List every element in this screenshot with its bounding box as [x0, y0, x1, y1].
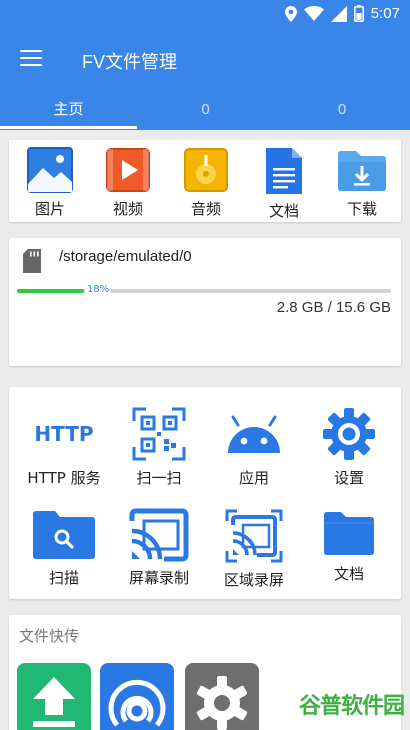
category-label: 文档: [268, 202, 299, 220]
video-icon: [106, 148, 150, 192]
cast-icon: [129, 508, 189, 562]
area-record-icon: [225, 509, 283, 563]
tab-home[interactable]: 主页: [0, 90, 137, 130]
tools-card: HTTP HTTP 服务 扫一扫 应用 设置 扫描 屏幕录制 区域录屏 文档: [9, 387, 401, 599]
category-label: 图片: [34, 200, 65, 218]
upload-icon[interactable]: [17, 663, 91, 730]
hamburger-menu-icon[interactable]: [20, 50, 44, 70]
broadcast-icon[interactable]: [100, 663, 174, 730]
wifi-icon: [303, 6, 324, 21]
status-time: 5:07: [370, 5, 400, 22]
tool-scan-qr[interactable]: 扫一扫: [112, 405, 206, 488]
category-downloads[interactable]: 下载: [327, 146, 397, 219]
tool-screen-record[interactable]: 屏幕录制: [112, 507, 206, 588]
tool-label: 屏幕录制: [128, 569, 189, 587]
tool-label: 文档: [333, 565, 364, 583]
tab-bar: 主页 0 0: [0, 90, 410, 130]
status-bar: 5:07: [0, 0, 410, 30]
gear-icon: [323, 408, 375, 460]
status-icons: 5:07: [284, 5, 400, 22]
tool-area-record[interactable]: 区域录屏: [207, 507, 301, 590]
transfer-settings-icon[interactable]: [185, 663, 259, 730]
battery-icon: [353, 5, 364, 22]
tool-settings[interactable]: 设置: [302, 405, 396, 488]
category-label: 音频: [190, 200, 221, 218]
category-documents[interactable]: 文档: [249, 146, 319, 221]
categories-card: 图片 视频 音频 文档 下载: [9, 140, 401, 222]
http-icon: HTTP: [34, 422, 93, 446]
sd-card-icon: [23, 249, 41, 273]
scan-folder-icon: [33, 511, 95, 559]
category-videos[interactable]: 视频: [93, 146, 163, 219]
tab-path-1[interactable]: 0: [137, 90, 274, 130]
storage-percent: 18%: [85, 284, 112, 295]
category-label: 下载: [346, 200, 377, 218]
storage-card[interactable]: /storage/emulated/0 18% 2.8 GB / 15.6 GB: [9, 238, 401, 366]
tool-label: 区域录屏: [223, 571, 284, 589]
location-icon: [284, 5, 297, 22]
tab-path-2[interactable]: 0: [274, 90, 410, 130]
audio-icon: [184, 148, 228, 192]
storage-progress-bar: [17, 289, 391, 293]
svg-text:HTTP: HTTP: [34, 422, 93, 446]
tool-documents[interactable]: 文档: [302, 507, 396, 584]
document-icon: [266, 148, 302, 194]
folder-icon: [324, 512, 374, 555]
tool-label: 应用: [238, 469, 269, 487]
tab-indicator: [0, 126, 137, 129]
storage-size: 2.8 GB / 15.6 GB: [276, 299, 391, 316]
category-images[interactable]: 图片: [15, 146, 85, 219]
android-icon: [228, 415, 280, 453]
tool-label: 扫一扫: [136, 469, 182, 487]
tool-label: 设置: [333, 469, 364, 487]
tool-apps[interactable]: 应用: [207, 405, 301, 488]
storage-progress-fill: [17, 289, 85, 293]
download-folder-icon: [338, 151, 386, 191]
file-transfer-title: 文件快传: [19, 627, 80, 645]
category-audio[interactable]: 音频: [171, 146, 241, 219]
qr-scan-icon: [132, 407, 186, 461]
tool-label: 扫描: [48, 569, 79, 587]
watermark: 谷普软件园: [298, 694, 405, 719]
app-title: FV文件管理: [82, 52, 178, 72]
tool-http-service[interactable]: HTTP HTTP 服务: [17, 405, 111, 488]
tool-label: HTTP 服务: [27, 469, 101, 487]
tool-scan[interactable]: 扫描: [17, 507, 111, 588]
category-label: 视频: [112, 200, 143, 218]
image-icon: [27, 147, 73, 193]
signal-icon: [330, 5, 347, 22]
storage-path: /storage/emulated/0: [59, 248, 192, 265]
app-bar: FV文件管理: [0, 30, 410, 90]
